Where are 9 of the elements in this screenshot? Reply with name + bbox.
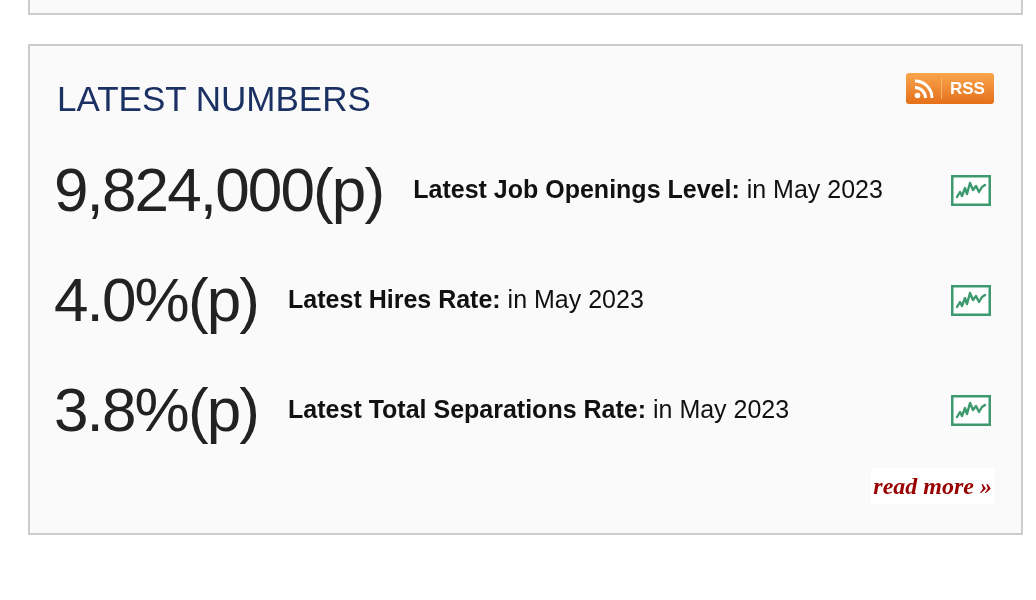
read-more-link[interactable]: read more » [871, 468, 994, 504]
metric-label: Latest Total Separations Rate: in May 2023 [288, 394, 790, 426]
metric-label: Latest Job Openings Level: in May 2023 [413, 174, 883, 206]
metric-label: Latest Hires Rate: in May 2023 [288, 284, 644, 316]
line-chart-icon[interactable] [951, 284, 991, 316]
rss-feed-icon [914, 78, 934, 99]
line-chart-icon[interactable] [951, 394, 991, 426]
line-chart-icon[interactable] [951, 174, 991, 206]
panel-title: LATEST NUMBERS [57, 81, 371, 116]
